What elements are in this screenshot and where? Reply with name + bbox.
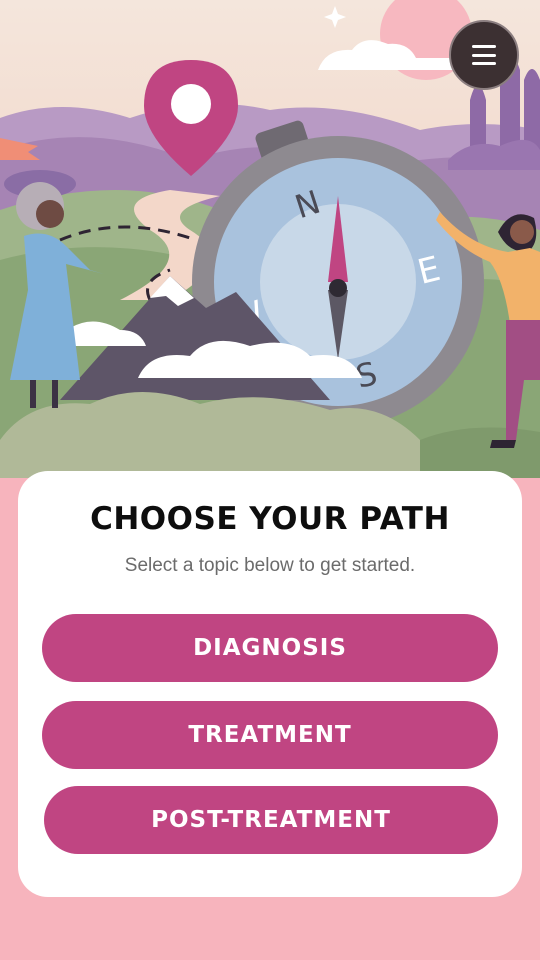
hamburger-menu-icon	[472, 45, 496, 65]
topic-card: CHOOSE YOUR PATH Select a topic below to…	[18, 471, 522, 897]
menu-button[interactable]	[449, 20, 519, 90]
page-subtitle: Select a topic below to get started.	[124, 555, 416, 576]
treatment-button[interactable]: TREATMENT	[42, 701, 498, 769]
post-treatment-button[interactable]: POST-TREATMENT	[44, 786, 498, 854]
diagnosis-button[interactable]: DIAGNOSIS	[42, 614, 498, 682]
page-title: CHOOSE YOUR PATH	[90, 501, 450, 537]
